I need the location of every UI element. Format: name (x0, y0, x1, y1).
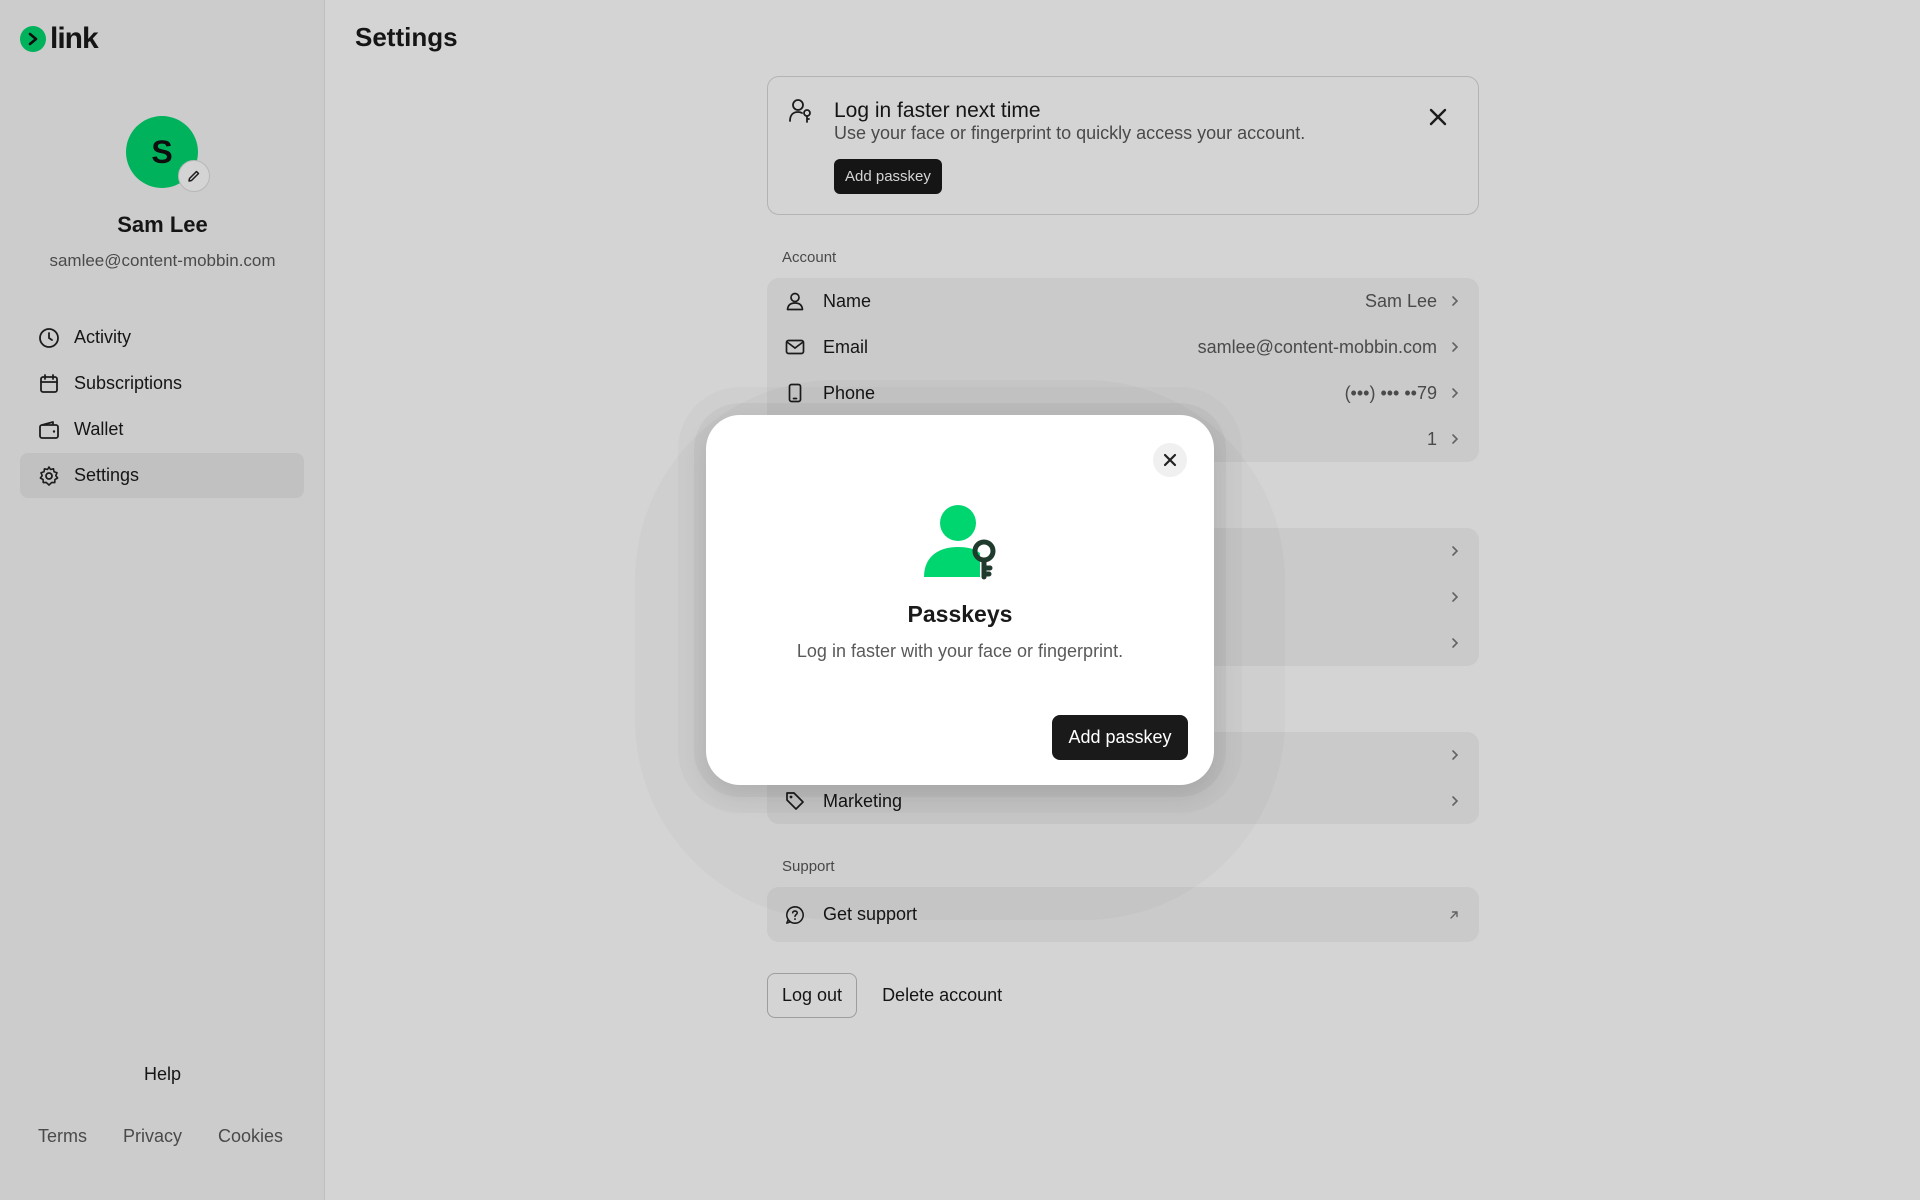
modal-title: Passkeys (907, 601, 1013, 627)
passkey-illustration-icon (924, 505, 996, 580)
passkeys-modal: Passkeys Log in faster with your face or… (706, 415, 1214, 785)
modal-subtitle: Log in faster with your face or fingerpr… (796, 641, 1124, 661)
modal-add-passkey-button[interactable]: Add passkey (1052, 715, 1188, 760)
close-icon[interactable] (1153, 443, 1187, 477)
